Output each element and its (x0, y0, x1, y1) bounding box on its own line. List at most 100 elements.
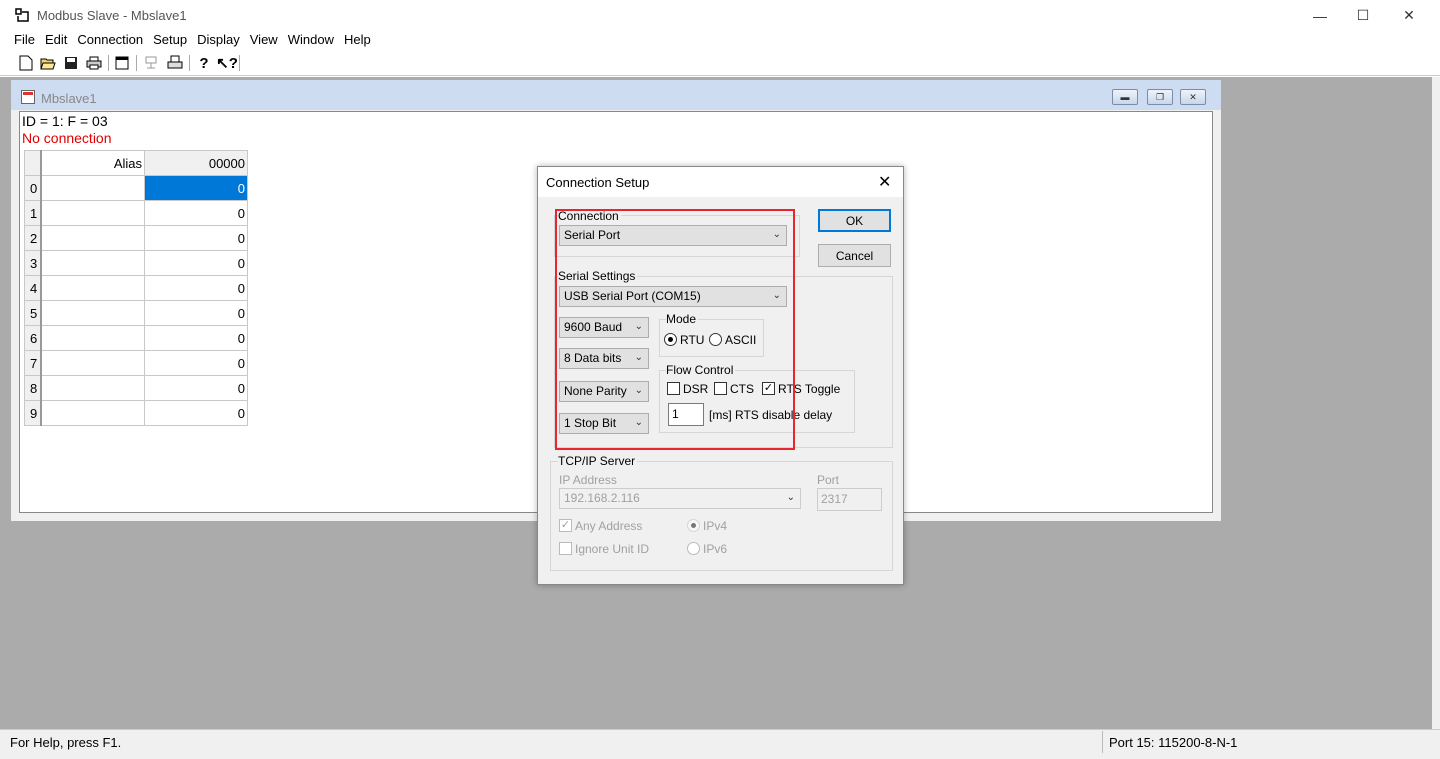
ip-address-value: 192.168.2.116 (564, 491, 640, 505)
ip-address-label: IP Address (559, 473, 617, 487)
menu-display[interactable]: Display (197, 31, 240, 51)
alias-cell[interactable] (40, 375, 145, 401)
row-index: 2 (24, 225, 42, 251)
value-cell[interactable]: 0 (144, 375, 248, 401)
context-help-icon[interactable]: ↖? (216, 54, 238, 72)
table-row: 10 (24, 200, 248, 226)
ipv4-option: IPv4 (687, 518, 767, 534)
ignore-unit-checkbox[interactable] (559, 542, 572, 555)
window-icon[interactable] (113, 54, 131, 72)
corner-cell (24, 150, 42, 176)
row-index: 8 (24, 375, 42, 401)
tcpip-label: TCP/IP Server (558, 454, 638, 468)
menu-edit[interactable]: Edit (45, 31, 67, 51)
print-icon[interactable] (85, 54, 103, 72)
slave-id-function: ID = 1: F = 03 (22, 113, 108, 129)
table-row: 20 (24, 225, 248, 251)
register-table: Alias 00000 00102030405060708090 (24, 150, 248, 426)
dialog-close-button[interactable]: ✕ (878, 172, 891, 192)
alias-cell[interactable] (40, 300, 145, 326)
row-index: 1 (24, 200, 42, 226)
child-title: Mbslave1 (41, 91, 97, 106)
any-address-label: Any Address (575, 519, 643, 533)
toolbar: ? ↖? (0, 51, 1440, 76)
ipv6-label: IPv6 (703, 542, 728, 556)
port-input[interactable]: 2317 (817, 488, 882, 511)
table-row: 70 (24, 350, 248, 376)
value-cell[interactable]: 0 (144, 400, 248, 426)
menu-window[interactable]: Window (288, 31, 334, 51)
dialog-title: Connection Setup (546, 175, 650, 190)
connection-status: No connection (22, 130, 112, 146)
any-address-checkbox[interactable]: ✓ (559, 519, 572, 532)
alias-cell[interactable] (40, 400, 145, 426)
any-address-option: ✓ Any Address (559, 518, 699, 534)
child-restore-button[interactable]: ❐ (1147, 89, 1173, 105)
document-icon (21, 90, 35, 104)
highlight-box (555, 209, 795, 450)
cancel-button[interactable]: Cancel (818, 244, 891, 267)
close-button[interactable]: ✕ (1386, 0, 1432, 31)
menu-bar: File Edit Connection Setup Display View … (0, 31, 1440, 51)
connect-icon[interactable] (143, 54, 161, 72)
menu-connection[interactable]: Connection (77, 31, 143, 51)
new-icon[interactable] (17, 54, 35, 72)
alias-cell[interactable] (40, 225, 145, 251)
alias-cell[interactable] (40, 275, 145, 301)
status-port-info: Port 15: 115200-8-N-1 (1102, 731, 1422, 753)
dialog-title-bar[interactable]: Connection Setup ✕ (538, 167, 903, 197)
app-icon (15, 8, 29, 22)
value-cell[interactable]: 0 (144, 175, 248, 201)
open-icon[interactable] (39, 54, 57, 72)
table-row: 50 (24, 300, 248, 326)
row-index: 5 (24, 300, 42, 326)
child-close-button[interactable]: ✕ (1180, 89, 1206, 105)
toolbar-separator (136, 55, 137, 71)
value-cell[interactable]: 0 (144, 350, 248, 376)
table-row: 90 (24, 400, 248, 426)
alias-header: Alias (40, 150, 145, 176)
maximize-button[interactable]: ☐ (1340, 0, 1386, 31)
save-icon[interactable] (62, 54, 80, 72)
ipv4-label: IPv4 (703, 519, 728, 533)
child-minimize-button[interactable]: ▬ (1112, 89, 1138, 105)
value-cell[interactable]: 0 (144, 225, 248, 251)
row-index: 0 (24, 175, 42, 201)
alias-cell[interactable] (40, 325, 145, 351)
alias-cell[interactable] (40, 200, 145, 226)
value-cell[interactable]: 0 (144, 275, 248, 301)
menu-file[interactable]: File (14, 31, 35, 51)
child-title-bar[interactable]: Mbslave1 ▬ ❐ ✕ (11, 80, 1221, 110)
value-cell[interactable]: 0 (144, 325, 248, 351)
title-bar: Modbus Slave - Mbslave1 — ☐ ✕ (0, 0, 1440, 31)
ipv4-radio[interactable] (687, 519, 700, 532)
menu-view[interactable]: View (250, 31, 278, 51)
value-cell[interactable]: 0 (144, 250, 248, 276)
table-row: 80 (24, 375, 248, 401)
toolbar-separator (239, 55, 240, 71)
alias-cell[interactable] (40, 175, 145, 201)
ip-address-select[interactable]: 192.168.2.116 ⌄ (559, 488, 801, 509)
window-title: Modbus Slave - Mbslave1 (37, 8, 187, 23)
help-icon[interactable]: ? (195, 54, 213, 72)
value-cell[interactable]: 0 (144, 300, 248, 326)
row-index: 6 (24, 325, 42, 351)
vertical-scrollbar[interactable] (1432, 77, 1440, 729)
menu-help[interactable]: Help (344, 31, 371, 51)
alias-cell[interactable] (40, 350, 145, 376)
value-header: 00000 (144, 150, 248, 176)
row-index: 7 (24, 350, 42, 376)
alias-cell[interactable] (40, 250, 145, 276)
toolbar-separator (189, 55, 190, 71)
status-help-text: For Help, press F1. (10, 735, 122, 750)
ok-button[interactable]: OK (818, 209, 891, 232)
ignore-unit-option: Ignore Unit ID (559, 541, 699, 557)
ipv6-option: IPv6 (687, 541, 767, 557)
minimize-button[interactable]: — (1297, 0, 1343, 31)
row-index: 3 (24, 250, 42, 276)
menu-setup[interactable]: Setup (153, 31, 187, 51)
value-cell[interactable]: 0 (144, 200, 248, 226)
print-preview-icon[interactable] (166, 54, 184, 72)
ipv6-radio[interactable] (687, 542, 700, 555)
ignore-unit-label: Ignore Unit ID (575, 542, 650, 556)
